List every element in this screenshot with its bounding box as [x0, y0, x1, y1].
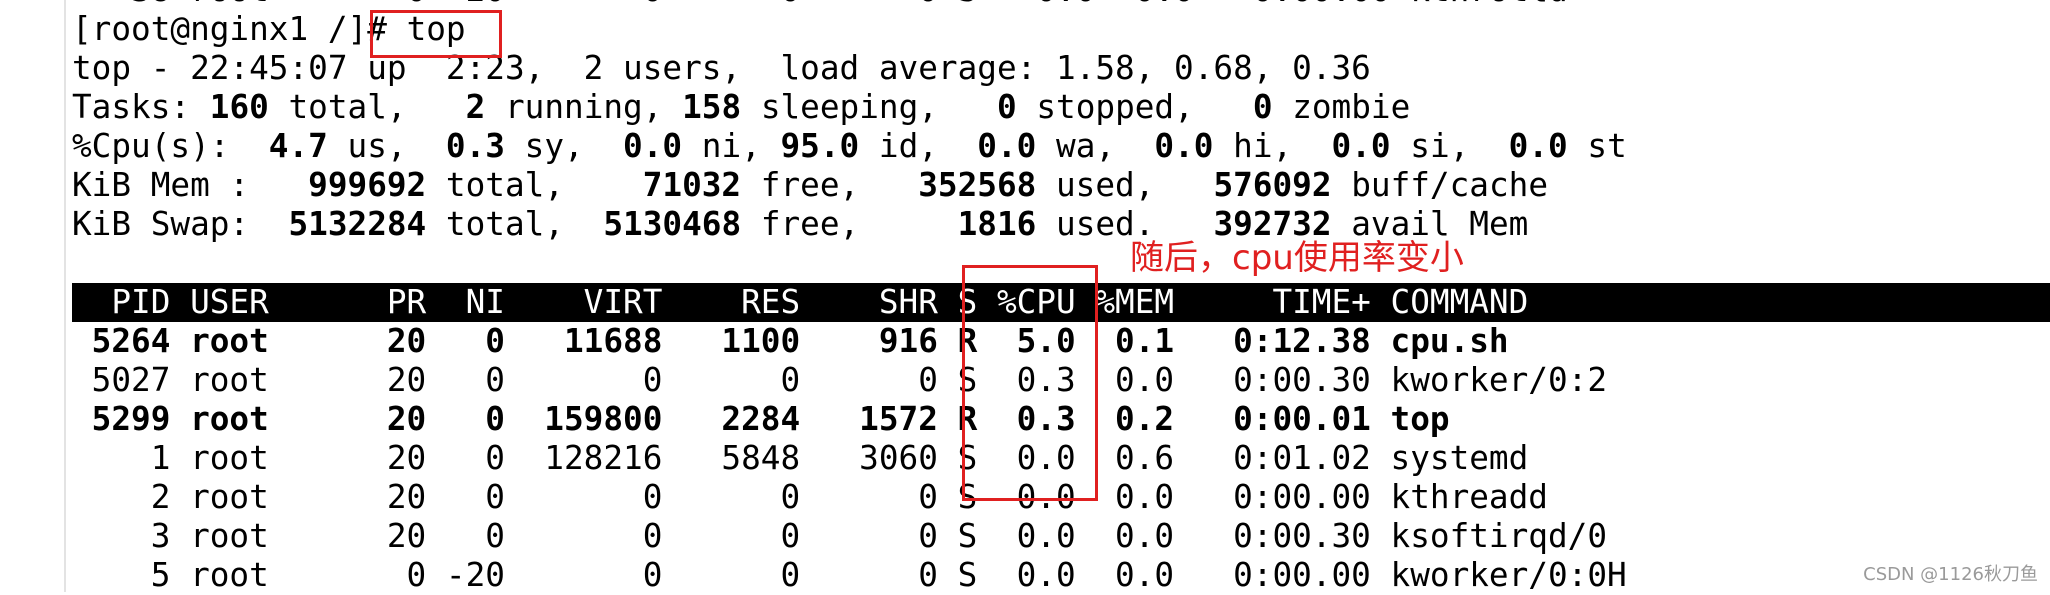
process-row: 38 root 0 -20 0 0 0 S 0.0 0.0 0:00.00 kt… [72, 0, 2050, 10]
process-cell: -20 [426, 0, 505, 9]
process-cell: 0:00.00 [1253, 0, 1391, 9]
summary-label: sleeping, [741, 88, 997, 126]
process-cell: 38 [72, 0, 170, 9]
command-highlight-box [370, 10, 502, 58]
process-cell: 0.0 [1095, 0, 1194, 9]
summary-label: free, [741, 205, 958, 243]
summary-line: Tasks: 160 total, 2 running, 158 sleepin… [72, 88, 2050, 127]
summary-label: ni, [682, 127, 781, 165]
summary-value: 576092 [1213, 166, 1332, 204]
summary-value: 4.7 [268, 127, 328, 165]
process-cell [800, 0, 918, 9]
summary-line: %Cpu(s): 4.7 us, 0.3 sy, 0.0 ni, 95.0 id… [72, 127, 2050, 166]
process-cell: 0.0 [997, 0, 1095, 9]
summary-value: 2 [465, 88, 486, 126]
uptime-line: top - 22:45:07 up 2:23, 2 users, load av… [72, 49, 1371, 87]
summary-value: 999692 [308, 166, 427, 204]
shell-prompt: [root@nginx1 /]# [72, 10, 407, 48]
process-row: 5 root 0 -20 0 0 0 S 0.0 0.0 0:00.00 kwo… [72, 556, 1627, 594]
summary-value: 352568 [918, 166, 1037, 204]
summary-value: 0.0 [977, 127, 1037, 165]
summary-label: wa, [1036, 127, 1155, 165]
process-cell [1194, 0, 1253, 9]
summary-value: 71032 [642, 166, 742, 204]
process-cell [662, 0, 780, 9]
process-cell [1391, 0, 1411, 9]
summary-line: KiB Swap: 5132284 total, 5130468 free, 1… [72, 205, 2050, 244]
summary-label: total, [268, 88, 466, 126]
cpu-column-highlight-box [962, 265, 1098, 501]
summary-label: KiB Swap: [72, 205, 289, 243]
summary-label: used, [1036, 166, 1214, 204]
summary-value: 0.0 [623, 127, 683, 165]
summary-value: 5130468 [603, 205, 742, 243]
cpu-annotation: 随后，cpu使用率变小 [1130, 238, 1464, 278]
summary-value: 0.0 [1154, 127, 1214, 165]
process-row: 3 root 20 0 0 0 0 S 0.0 0.0 0:00.30 ksof… [72, 517, 1608, 555]
process-cell: 0 [643, 0, 663, 9]
process-cell: 0 [781, 0, 801, 9]
summary-label: Tasks: [72, 88, 210, 126]
summary-label: st [1567, 127, 1627, 165]
summary-label: running, [485, 88, 683, 126]
summary-value: 0.3 [445, 127, 505, 165]
summary-label: stopped, [1016, 88, 1253, 126]
summary-value: 0.0 [1508, 127, 1568, 165]
left-margin [0, 0, 66, 592]
summary-value: 95.0 [780, 127, 860, 165]
summary-value: 0 [996, 88, 1017, 126]
command-line: [root@nginx1 /]# top [72, 10, 2050, 49]
summary-label: buff/cache [1331, 166, 1549, 204]
summary-label: id, [859, 127, 978, 165]
summary-label: si, [1390, 127, 1509, 165]
summary-label: free, [741, 166, 919, 204]
summary-label: KiB Mem : [72, 166, 309, 204]
summary-label: %Cpu(s): [72, 127, 269, 165]
watermark: CSDN @1126秋刀鱼 [1863, 564, 2038, 585]
summary-value: 0.0 [1331, 127, 1391, 165]
process-cell: 0 [918, 0, 938, 9]
summary-label: hi, [1213, 127, 1332, 165]
summary-value: 0 [1252, 88, 1273, 126]
process-cell: root [170, 0, 367, 9]
summary-label: zombie [1272, 88, 1411, 126]
summary-value: 158 [682, 88, 742, 126]
summary-label: us, [327, 127, 446, 165]
summary-line: KiB Mem : 999692 total, 71032 free, 3525… [72, 166, 2050, 205]
summary-value: 5132284 [288, 205, 427, 243]
summary-label: sy, [504, 127, 624, 165]
summary-label: total, [426, 205, 604, 243]
process-cell [367, 0, 406, 9]
process-cell: S [938, 0, 997, 9]
summary-value: 160 [209, 88, 269, 126]
process-cell: kthrotld [1410, 0, 1567, 9]
process-cell [505, 0, 643, 9]
summary-label: total, [426, 166, 643, 204]
summary-value: 1816 [957, 205, 1037, 243]
process-cell: 0 [407, 0, 427, 9]
